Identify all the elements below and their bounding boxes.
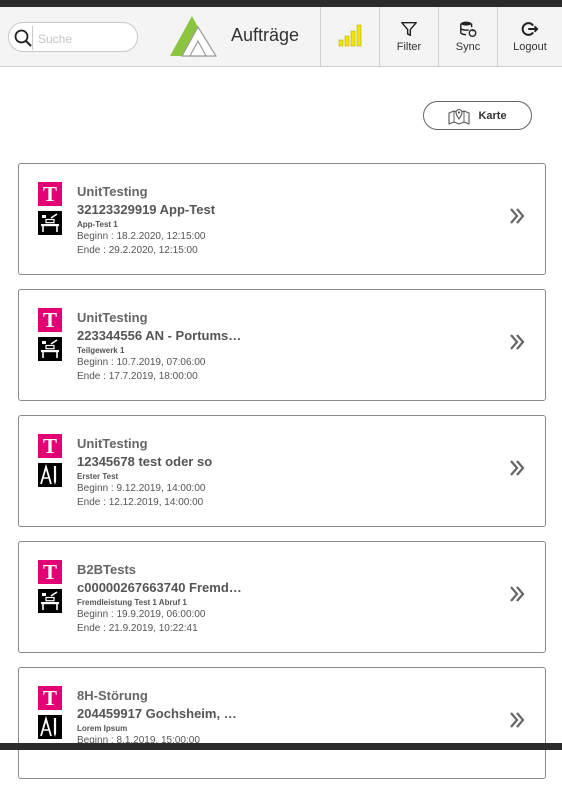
order-title: 204459917 Gochsheim, … (77, 706, 237, 721)
order-title: c00000267663740 Fremd… (77, 580, 242, 595)
chevron-right-icon (510, 334, 525, 350)
map-button-label: Karte (478, 109, 507, 122)
order-end: Ende : 12.12.2019, 14:00:00 (77, 497, 204, 508)
order-start: Beginn : 9.12.2019, 14:00:00 (77, 483, 206, 494)
order-card[interactable]: T 8H-Störung 204459917 Gochsheim, … Lore… (18, 667, 546, 779)
home-indicator-bar (0, 743, 562, 750)
filter-icon (401, 21, 417, 37)
order-end: Ende : 21.9.2019, 10:22:41 (77, 623, 198, 634)
order-organization: UnitTesting (77, 184, 148, 199)
telekom-logo: T (38, 182, 62, 206)
chevron-right-icon (510, 586, 525, 602)
map-button[interactable]: Karte (423, 101, 532, 130)
search-divider (32, 26, 33, 50)
order-subtitle: Erster Test (77, 472, 119, 481)
order-start: Beginn : 10.7.2019, 07:06:00 (77, 357, 206, 368)
order-list: T UnitTesting 32123329919 App-Test App-T… (18, 163, 546, 793)
telekom-logo: T (38, 560, 62, 584)
sync-label: Sync (455, 41, 481, 53)
order-card[interactable]: T UnitTesting 32123329919 App-Test App-T… (18, 163, 546, 275)
order-subtitle: App-Test 1 (77, 220, 118, 229)
order-title: 223344556 AN - Portums… (77, 328, 242, 343)
map-location-icon (448, 108, 470, 125)
logout-label: Logout (513, 41, 547, 53)
order-title: 32123329919 App-Test (77, 202, 216, 217)
logout-icon (521, 22, 539, 36)
order-start: Beginn : 19.9.2019, 06:00:00 (77, 609, 206, 620)
order-start: Beginn : 18.2.2020, 12:15:00 (77, 231, 206, 242)
chevron-right-icon (510, 712, 525, 728)
filter-button[interactable]: Filter (379, 7, 438, 66)
drafting-tools-icon (38, 463, 62, 487)
database-sync-icon (460, 21, 477, 37)
order-end: Ende : 17.7.2019, 18:00:00 (77, 371, 198, 382)
drafting-tools-icon (38, 715, 62, 739)
status-bar (0, 0, 562, 7)
order-end: Ende : 29.2.2020, 12:15:00 (77, 245, 198, 256)
order-organization: UnitTesting (77, 310, 148, 325)
order-subtitle: Teilgewerk 1 (77, 346, 125, 355)
search-icon (14, 29, 32, 47)
telekom-logo: T (38, 686, 62, 710)
logout-button[interactable]: Logout (497, 7, 562, 66)
order-card[interactable]: T UnitTesting 223344556 AN - Portums… Te… (18, 289, 546, 401)
filter-label: Filter (396, 41, 422, 53)
order-organization: UnitTesting (77, 436, 148, 451)
workbench-icon (38, 211, 62, 235)
order-title: 12345678 test oder so (77, 454, 213, 469)
page-title: Aufträge (231, 25, 300, 45)
search-box[interactable] (8, 22, 138, 52)
app-header: Aufträge Filter Sync Logout (0, 7, 562, 67)
signal-bars-icon (338, 24, 362, 47)
order-card[interactable]: T B2BTests c00000267663740 Fremd… Fremdl… (18, 541, 546, 653)
search-input[interactable] (36, 27, 135, 51)
chevron-right-icon (510, 208, 525, 224)
order-organization: B2BTests (77, 562, 137, 577)
order-subtitle: Lorem Ipsum (77, 724, 128, 733)
telekom-logo: T (38, 308, 62, 332)
workbench-icon (38, 337, 62, 361)
app-logo (170, 16, 218, 57)
order-card[interactable]: T UnitTesting 12345678 test oder so Erst… (18, 415, 546, 527)
workbench-icon (38, 589, 62, 613)
telekom-logo: T (38, 434, 62, 458)
sync-button[interactable]: Sync (438, 7, 497, 66)
signal-strength-button[interactable] (320, 7, 379, 66)
order-subtitle: Fremdleistung Test 1 Abruf 1 (77, 598, 187, 607)
order-organization: 8H-Störung (77, 688, 148, 703)
chevron-right-icon (510, 460, 525, 476)
